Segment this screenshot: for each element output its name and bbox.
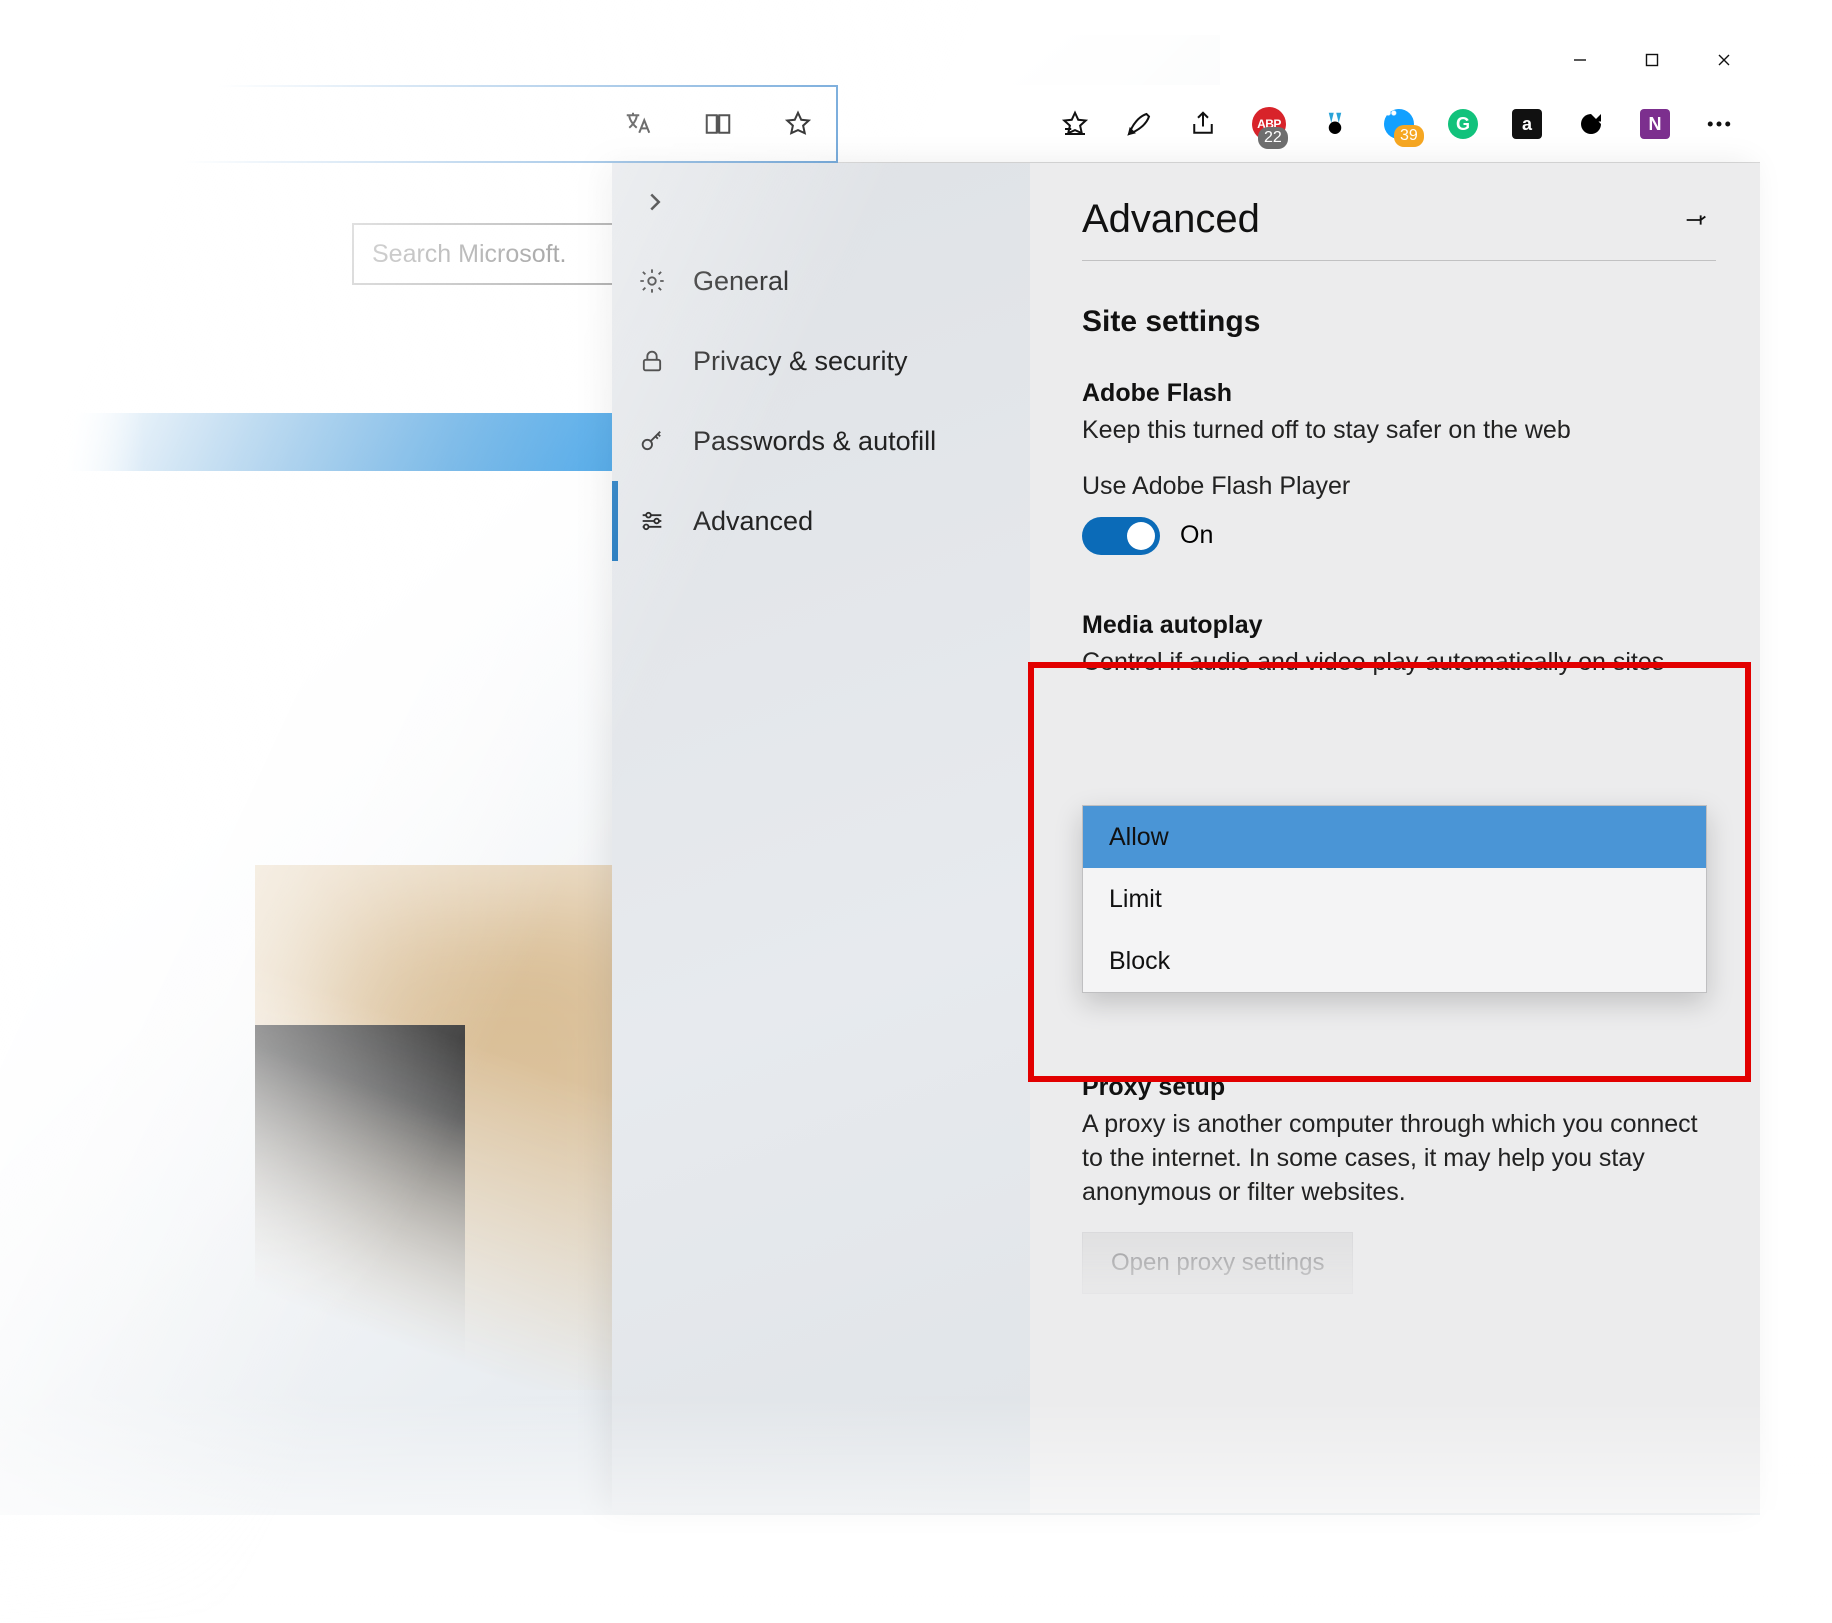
amazon-assistant-icon[interactable]: a — [1512, 109, 1542, 139]
abp-badge: 22 — [1258, 127, 1288, 149]
proxy-desc: A proxy is another computer through whic… — [1082, 1108, 1716, 1209]
favorite-star-icon[interactable] — [783, 109, 813, 139]
nav-item-general[interactable]: General — [612, 241, 1030, 321]
page-search-box[interactable]: Search Microsoft. — [352, 223, 614, 285]
settings-back-button[interactable] — [640, 187, 670, 217]
rewards-medal-icon[interactable] — [1320, 109, 1350, 139]
onenote-icon[interactable]: N — [1640, 109, 1670, 139]
nav-item-advanced[interactable]: Advanced — [612, 481, 1030, 561]
dropdown-option-allow[interactable]: Allow — [1083, 806, 1706, 868]
grammarly-icon[interactable]: G — [1448, 109, 1478, 139]
site-settings-heading: Site settings — [1082, 305, 1716, 339]
settings-content: Advanced Site settings Adobe Flash Keep … — [1030, 163, 1760, 1513]
page-hero-image — [255, 865, 613, 1390]
nav-label: General — [693, 266, 789, 297]
reading-view-icon[interactable] — [703, 109, 733, 139]
close-button[interactable] — [1688, 35, 1760, 85]
media-autoplay-dropdown[interactable]: Allow Limit Block — [1082, 805, 1707, 993]
ghostery-badge: 39 — [1394, 125, 1424, 147]
page-search-placeholder: Search Microsoft. — [372, 240, 567, 269]
key-icon — [637, 426, 667, 456]
nav-item-privacy[interactable]: Privacy & security — [612, 321, 1030, 401]
nav-item-passwords[interactable]: Passwords & autofill — [612, 401, 1030, 481]
media-autoplay-desc: Control if audio and video play automati… — [1082, 646, 1716, 680]
flash-toggle-state: On — [1180, 521, 1213, 550]
pin-pane-button[interactable] — [1676, 200, 1716, 240]
web-note-pen-icon[interactable] — [1124, 109, 1154, 139]
sliders-icon — [637, 506, 667, 536]
edge-browser-window: ABP 22 39 G a — [0, 35, 1760, 1513]
proxy-heading: Proxy setup — [1082, 1073, 1716, 1102]
settings-title: Advanced — [1082, 197, 1260, 242]
gear-icon — [637, 266, 667, 296]
share-icon[interactable] — [1188, 109, 1218, 139]
dropdown-option-limit[interactable]: Limit — [1083, 868, 1706, 930]
open-proxy-settings-button[interactable]: Open proxy settings — [1082, 1232, 1353, 1294]
sync-arc-icon[interactable] — [1576, 109, 1606, 139]
nav-label: Passwords & autofill — [693, 426, 936, 457]
flash-toggle-title: Use Adobe Flash Player — [1082, 472, 1716, 501]
dropdown-option-block[interactable]: Block — [1083, 930, 1706, 992]
adobe-flash-desc: Keep this turned off to stay safer on th… — [1082, 414, 1716, 448]
settings-flyout: General Privacy & security Passwords & a… — [612, 163, 1760, 1513]
nav-label: Privacy & security — [693, 346, 908, 377]
maximize-button[interactable] — [1616, 35, 1688, 85]
more-icon[interactable] — [1704, 109, 1734, 139]
ghostery-icon[interactable]: 39 — [1384, 109, 1414, 139]
page-blue-banner — [60, 413, 615, 471]
favorites-list-icon[interactable] — [1060, 109, 1090, 139]
settings-nav: General Privacy & security Passwords & a… — [612, 163, 1030, 1513]
nav-label: Advanced — [693, 506, 813, 537]
minimize-button[interactable] — [1544, 35, 1616, 85]
lock-icon — [637, 346, 667, 376]
flash-toggle[interactable] — [1082, 517, 1160, 555]
translate-icon[interactable] — [623, 109, 653, 139]
adobe-flash-heading: Adobe Flash — [1082, 379, 1716, 408]
media-autoplay-heading: Media autoplay — [1082, 611, 1716, 640]
adblock-plus-icon[interactable]: ABP 22 — [1252, 107, 1286, 141]
